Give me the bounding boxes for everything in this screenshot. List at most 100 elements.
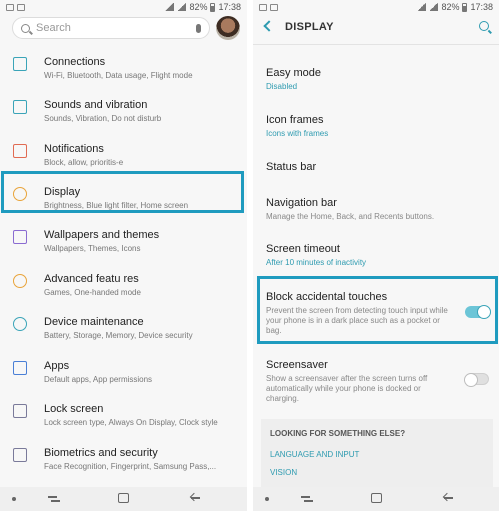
setting-easy-mode[interactable]: Easy mode Disabled bbox=[266, 66, 491, 92]
setting-subtitle: After 10 minutes of inactivity bbox=[266, 258, 367, 267]
setting-subtitle: Disabled bbox=[266, 82, 298, 91]
recents-button[interactable] bbox=[301, 494, 313, 504]
settings-item-connections[interactable]: Connections Wi-Fi, Bluetooth, Data usage,… bbox=[0, 49, 247, 92]
home-button[interactable] bbox=[118, 493, 129, 503]
signal-icon bbox=[177, 3, 187, 11]
notifications-icon bbox=[13, 144, 27, 158]
page-title: DISPLAY bbox=[285, 21, 334, 33]
toggle-knob bbox=[464, 373, 478, 387]
setting-subtitle: Icons with frames bbox=[266, 129, 329, 138]
settings-item-title: Notifications bbox=[44, 143, 104, 155]
shield-icon bbox=[13, 448, 27, 462]
settings-item-device-maintenance[interactable]: Device maintenance Battery, Storage, Memo… bbox=[0, 309, 247, 352]
battery-icon bbox=[210, 2, 216, 12]
setting-subtitle: Prevent the screen from detecting touch … bbox=[266, 306, 448, 335]
image-icon bbox=[17, 3, 25, 11]
settings-item-subtitle: Wi-Fi, Bluetooth, Data usage, Flight mod… bbox=[44, 71, 193, 80]
setting-block-accidental-touches[interactable]: Block accidental touches Prevent the scr… bbox=[266, 290, 454, 336]
navigation-bar bbox=[0, 487, 247, 511]
setting-icon-frames[interactable]: Icon frames Icons with frames bbox=[266, 113, 491, 139]
settings-item-subtitle: Sounds, Vibration, Do not disturb bbox=[44, 114, 162, 123]
language-input-link[interactable]: LANGUAGE AND INPUT bbox=[270, 450, 359, 459]
settings-item-title: Device maintenance bbox=[44, 316, 144, 328]
search-placeholder: Search bbox=[36, 22, 71, 34]
brush-icon bbox=[13, 230, 27, 244]
notification-icon bbox=[259, 3, 267, 11]
search-icon[interactable] bbox=[479, 21, 489, 31]
setting-title: Navigation bar bbox=[266, 197, 337, 209]
wifi-icon bbox=[417, 3, 427, 11]
screensaver-toggle[interactable] bbox=[464, 373, 489, 387]
setting-title: Screensaver bbox=[266, 359, 328, 371]
settings-screen: 82% 17:38 Search Connections Wi-Fi, Blueto… bbox=[0, 0, 247, 511]
back-arrow-icon[interactable] bbox=[263, 20, 275, 32]
settings-item-subtitle: Games, One-handed mode bbox=[44, 288, 141, 297]
home-button[interactable] bbox=[371, 493, 382, 503]
setting-status-bar[interactable]: Status bar bbox=[266, 160, 491, 174]
battery-percent: 82% bbox=[441, 2, 460, 12]
search-input[interactable]: Search bbox=[12, 17, 210, 39]
settings-item-subtitle: Lock screen type, Always On Display, Clo… bbox=[44, 418, 218, 427]
settings-item-subtitle: Default apps, App permissions bbox=[44, 375, 153, 384]
setting-title: Screen timeout bbox=[266, 243, 340, 255]
settings-item-wallpapers[interactable]: Wallpapers and themes Wallpapers, Themes,… bbox=[0, 222, 247, 265]
vision-link[interactable]: VISION bbox=[270, 468, 297, 477]
sound-icon bbox=[13, 100, 27, 114]
card-heading: LOOKING FOR SOMETHING ELSE? bbox=[270, 429, 406, 438]
settings-item-title: Biometrics and security bbox=[44, 447, 158, 459]
setting-navigation-bar[interactable]: Navigation bar Manage the Home, Back, an… bbox=[266, 196, 491, 222]
lock-icon bbox=[13, 404, 27, 418]
setting-screensaver[interactable]: Screensaver Show a screensaver after the… bbox=[266, 358, 454, 404]
settings-item-title: Lock screen bbox=[44, 403, 104, 415]
settings-item-lock-screen[interactable]: Lock screen Lock screen type, Always On D… bbox=[0, 396, 247, 439]
status-bar: 82% 17:38 bbox=[0, 0, 247, 14]
settings-item-subtitle: Wallpapers, Themes, Icons bbox=[44, 244, 141, 253]
setting-title: Block accidental touches bbox=[266, 291, 388, 303]
apps-icon bbox=[13, 361, 27, 375]
notification-icon bbox=[6, 3, 14, 11]
navigation-bar bbox=[253, 487, 499, 511]
maintenance-icon bbox=[13, 317, 27, 331]
setting-title: Icon frames bbox=[266, 114, 324, 126]
settings-item-title: Sounds and vibration bbox=[44, 99, 148, 111]
connections-icon bbox=[13, 57, 27, 71]
settings-item-title: Connections bbox=[44, 56, 106, 68]
microphone-icon[interactable] bbox=[196, 23, 201, 33]
setting-title: Easy mode bbox=[266, 67, 322, 79]
settings-item-subtitle: Face Recognition, Fingerprint, Samsung P… bbox=[44, 462, 217, 471]
signal-icon bbox=[429, 3, 439, 11]
settings-item-title: Advanced featu res bbox=[44, 273, 139, 285]
block-touches-toggle[interactable] bbox=[465, 305, 491, 319]
wifi-icon bbox=[165, 3, 175, 11]
back-button[interactable] bbox=[443, 493, 453, 503]
toggle-knob bbox=[477, 305, 491, 319]
battery-icon bbox=[462, 2, 468, 12]
search-icon bbox=[21, 23, 30, 33]
avatar[interactable] bbox=[216, 16, 240, 40]
header-divider bbox=[253, 44, 499, 45]
suggestion-card: LOOKING FOR SOMETHING ELSE? LANGUAGE AND… bbox=[261, 419, 493, 489]
settings-item-biometrics[interactable]: Biometrics and security Face Recognition,… bbox=[0, 440, 247, 483]
settings-item-sounds[interactable]: Sounds and vibration Sounds, Vibration, D… bbox=[0, 92, 247, 135]
settings-item-title: Apps bbox=[44, 360, 70, 372]
clock: 17:38 bbox=[470, 2, 493, 12]
back-button[interactable] bbox=[190, 493, 200, 503]
setting-title: Status bar bbox=[266, 161, 317, 173]
settings-item-advanced[interactable]: Advanced featu res Games, One-handed mode bbox=[0, 266, 247, 309]
settings-item-subtitle: Battery, Storage, Memory, Device securit… bbox=[44, 331, 193, 340]
display-settings-screen: 82% 17:38 DISPLAY Easy mode Disabled Icon… bbox=[253, 0, 499, 511]
setting-subtitle: Manage the Home, Back, and Recents butto… bbox=[266, 212, 435, 221]
settings-item-apps[interactable]: Apps Default apps, App permissions bbox=[0, 353, 247, 396]
nav-dot-icon bbox=[265, 497, 269, 501]
settings-item-subtitle: Block, allow, prioritis-e bbox=[44, 158, 124, 167]
battery-percent: 82% bbox=[189, 2, 208, 12]
status-bar: 82% 17:38 bbox=[253, 0, 499, 14]
setting-screen-timeout[interactable]: Screen timeout After 10 minutes of inact… bbox=[266, 242, 491, 268]
nav-dot-icon bbox=[12, 497, 16, 501]
setting-subtitle: Show a screensaver after the screen turn… bbox=[266, 374, 428, 403]
gear-icon bbox=[13, 274, 27, 288]
app-bar: DISPLAY bbox=[253, 14, 499, 42]
settings-item-title: Wallpapers and themes bbox=[44, 229, 160, 241]
image-icon bbox=[270, 3, 278, 11]
recents-button[interactable] bbox=[48, 494, 60, 504]
